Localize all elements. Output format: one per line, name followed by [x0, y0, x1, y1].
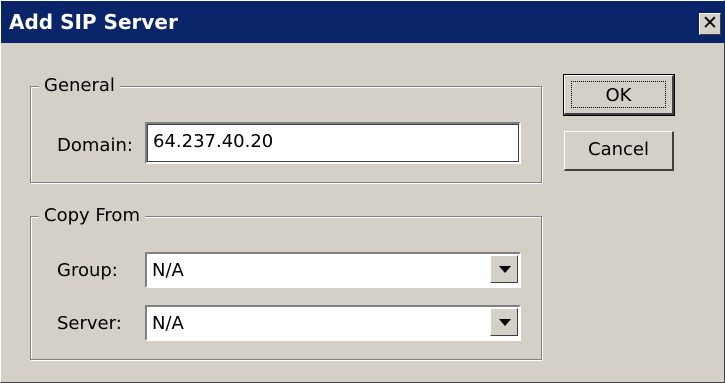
server-select[interactable]: N/A — [145, 305, 521, 341]
group-dropdown-button[interactable] — [490, 255, 518, 283]
cancel-button[interactable]: Cancel — [564, 131, 674, 171]
title-bar[interactable]: Add SIP Server ✕ — [1, 1, 725, 43]
domain-label: Domain: — [57, 135, 133, 156]
general-groupbox: General Domain: 64.237.40.20 — [30, 74, 542, 183]
add-sip-server-dialog: Add SIP Server ✕ General Domain: 64.237.… — [0, 0, 725, 383]
group-label: Group: — [57, 260, 118, 281]
close-icon[interactable]: ✕ — [699, 13, 721, 35]
group-select-value: N/A — [152, 260, 184, 281]
chevron-down-icon — [499, 266, 511, 273]
group-select[interactable]: N/A — [145, 252, 521, 288]
domain-input[interactable]: 64.237.40.20 — [145, 122, 521, 164]
ok-button-label: OK — [571, 81, 666, 108]
general-legend: General — [39, 74, 120, 98]
copy-from-groupbox: Copy From Group: N/A Server: N/A — [30, 204, 542, 360]
chevron-down-icon — [499, 319, 511, 326]
server-label: Server: — [57, 313, 122, 334]
copy-from-legend: Copy From — [39, 204, 145, 228]
server-select-value: N/A — [152, 313, 184, 334]
dialog-title: Add SIP Server — [9, 10, 178, 34]
ok-button[interactable]: OK — [563, 74, 675, 116]
server-dropdown-button[interactable] — [490, 308, 518, 336]
